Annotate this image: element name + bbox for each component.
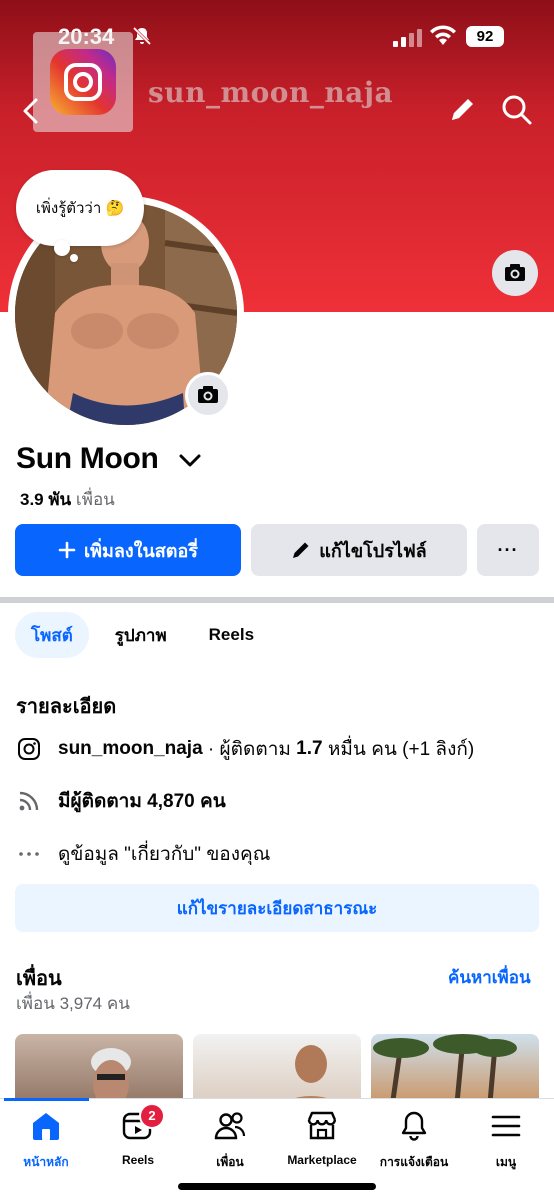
nav-marketplace-label: Marketplace — [287, 1153, 357, 1167]
nav-reels-label: Reels — [121, 1153, 155, 1167]
followers-value: 4,870 คน — [147, 791, 226, 812]
about-info-label: ดูข้อมูล "เกี่ยวกับ" ของคุณ — [58, 844, 271, 865]
thought-bubble[interactable]: เพิ่งรู้ตัวว่า 🤔 — [16, 170, 144, 246]
instagram-followers-prefix: · ผู้ติดตาม — [202, 739, 297, 760]
friends-section-count: เพื่อน 3,974 คน — [16, 994, 130, 1013]
thought-bubble-tail — [54, 240, 70, 256]
instagram-watermark-handle: sun_moon_naja — [148, 76, 394, 109]
about-info-row[interactable]: ดูข้อมูล "เกี่ยวกับ" ของคุณ — [16, 839, 270, 869]
nav-friends[interactable]: เพื่อน — [184, 1109, 276, 1172]
home-icon — [29, 1109, 63, 1143]
instagram-watermark-logo — [33, 32, 133, 132]
followers-row[interactable]: มีผู้ติดตาม 4,870 คน — [16, 786, 226, 816]
camera-icon — [505, 264, 525, 281]
signal-icon — [393, 29, 423, 47]
pencil-icon — [293, 542, 309, 558]
back-icon[interactable] — [16, 94, 46, 128]
menu-icon — [489, 1109, 523, 1143]
thought-bubble-text: เพิ่งรู้ตัวว่า 🤔 — [35, 200, 125, 217]
add-to-story-label: เพิ่มลงในสตอรี่ — [84, 540, 198, 561]
tab-posts[interactable]: โพสต์ — [15, 612, 89, 658]
instagram-link-row[interactable]: sun_moon_naja · ผู้ติดตาม 1.7 หมื่น คน (… — [16, 734, 474, 764]
mute-icon — [132, 26, 152, 51]
instagram-icon — [16, 736, 42, 762]
camera-icon — [198, 386, 218, 403]
profile-tabs: โพสต์ รูปภาพ Reels — [15, 612, 270, 658]
nav-notifications[interactable]: การแจ้งเตือน — [368, 1109, 460, 1172]
marketplace-icon — [305, 1109, 339, 1143]
bell-icon — [397, 1109, 431, 1143]
profile-name[interactable]: Sun Moon — [16, 442, 159, 476]
edit-public-details-button[interactable]: แก้ไขรายละเอียดสาธารณะ — [15, 884, 539, 932]
plus-icon — [58, 541, 76, 559]
details-title: รายละเอียด — [16, 696, 117, 718]
nav-active-indicator — [4, 1098, 89, 1101]
ellipsis-icon — [16, 841, 42, 867]
nav-friends-label: เพื่อน — [216, 1155, 244, 1169]
nav-home-label: หน้าหลัก — [23, 1155, 69, 1169]
nav-reels[interactable]: 2 Reels — [92, 1103, 184, 1167]
followers-label: มีผู้ติดตาม — [58, 791, 148, 812]
reels-icon: 2 — [121, 1103, 165, 1143]
friends-icon — [213, 1109, 247, 1143]
home-indicator[interactable] — [178, 1183, 376, 1190]
nav-home[interactable]: หน้าหลัก — [0, 1109, 92, 1172]
nav-menu[interactable]: เมนู — [460, 1109, 552, 1172]
nav-menu-label: เมนู — [495, 1155, 517, 1169]
cover-camera-button[interactable] — [492, 250, 538, 296]
friends-count-label: เพื่อน — [75, 490, 115, 509]
tab-reels[interactable]: Reels — [193, 612, 270, 658]
reels-badge: 2 — [139, 1103, 165, 1129]
thought-bubble-tail-small — [70, 254, 78, 262]
friends-count-number: 3.9 พัน — [20, 490, 72, 509]
more-options-button[interactable]: ··· — [477, 524, 539, 576]
battery-indicator: 92 — [466, 26, 504, 47]
instagram-followers-suffix: หมื่น คน (+1 ลิงก์) — [322, 739, 475, 760]
tab-photos[interactable]: รูปภาพ — [99, 612, 183, 658]
chevron-down-icon[interactable] — [178, 448, 202, 472]
edit-profile-label: แก้ไขโปรไฟล์ — [319, 540, 427, 561]
profile-page: 20:34 92 sun_moon_naja — [0, 0, 554, 1200]
pencil-icon[interactable] — [446, 94, 478, 126]
nav-notifications-label: การแจ้งเตือน — [379, 1155, 449, 1169]
instagram-username: sun_moon_naja — [58, 738, 203, 759]
find-friends-link[interactable]: ค้นหาเพื่อน — [448, 964, 531, 991]
section-divider — [0, 597, 554, 603]
ellipsis-icon: ··· — [497, 539, 519, 560]
wifi-icon — [429, 25, 457, 47]
edit-profile-button[interactable]: แก้ไขโปรไฟล์ — [251, 524, 467, 576]
avatar-camera-button[interactable] — [185, 372, 231, 418]
instagram-followers-count: 1.7 — [296, 738, 323, 759]
friends-count[interactable]: 3.9 พัน เพื่อน — [20, 486, 115, 513]
nav-marketplace[interactable]: Marketplace — [276, 1109, 368, 1167]
add-to-story-button[interactable]: เพิ่มลงในสตอรี่ — [15, 524, 241, 576]
search-icon[interactable] — [500, 93, 534, 127]
rss-icon — [16, 788, 42, 814]
